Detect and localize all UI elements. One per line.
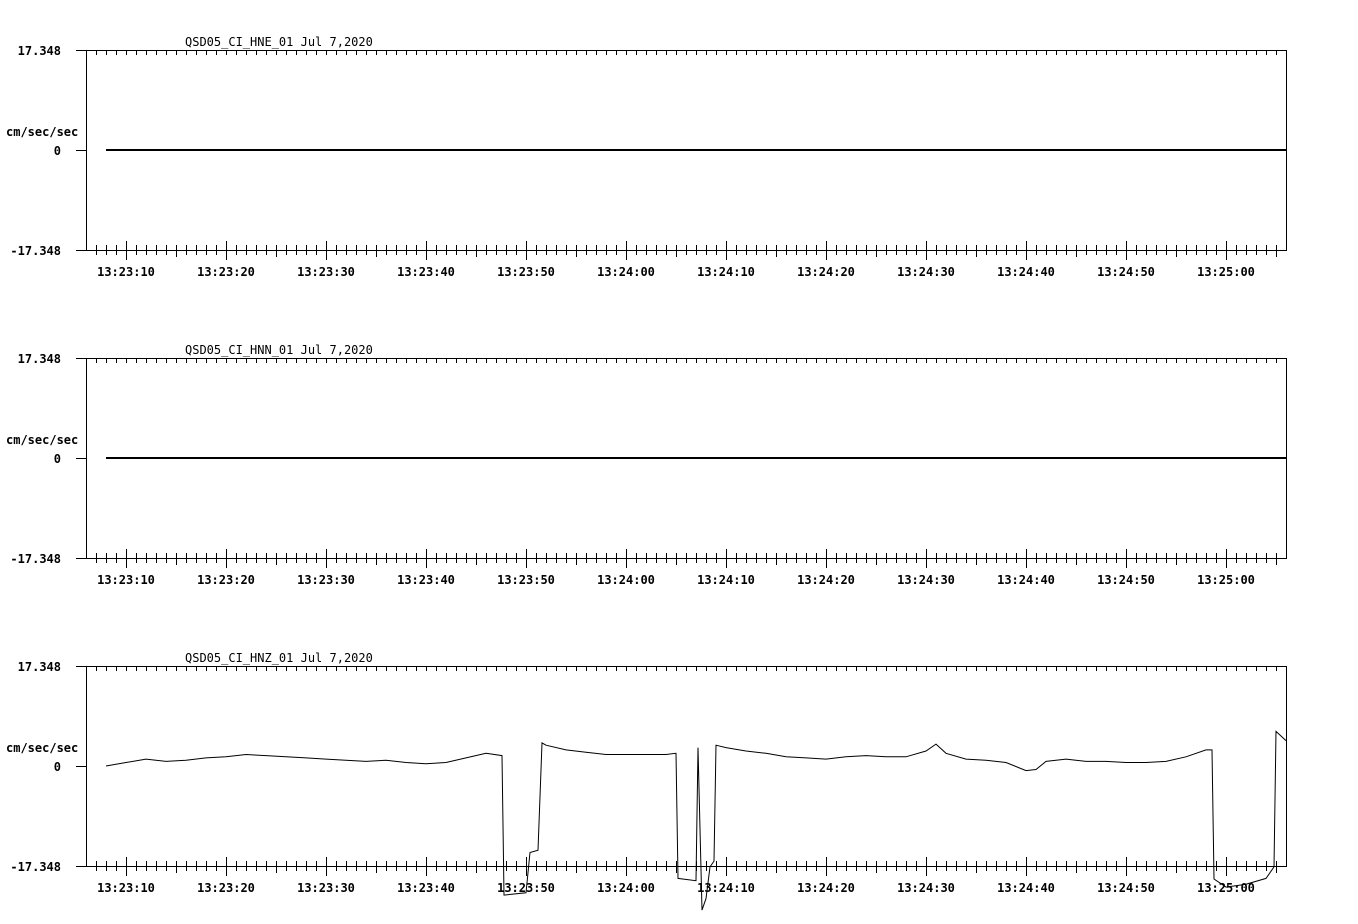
x-tick-label: 13:23:30 <box>297 881 355 895</box>
x-tick-label: 13:23:10 <box>97 573 155 587</box>
x-tick-label: 13:24:40 <box>997 881 1055 895</box>
x-tick-label: 13:24:00 <box>597 881 655 895</box>
x-tick-label: 13:24:40 <box>997 573 1055 587</box>
x-tick-label: 13:24:00 <box>597 265 655 279</box>
x-tick-label: 13:24:30 <box>897 265 955 279</box>
y-axis-label: cm/sec/sec <box>6 125 78 139</box>
x-tick-label: 13:23:50 <box>497 573 555 587</box>
x-tick-label: 13:23:20 <box>197 265 255 279</box>
x-tick-label: 13:24:10 <box>697 573 755 587</box>
x-tick-label: 13:24:10 <box>697 881 755 895</box>
x-tick-label: 13:24:20 <box>797 573 855 587</box>
x-tick-label: 13:24:50 <box>1097 573 1155 587</box>
x-tick-label: 13:24:50 <box>1097 881 1155 895</box>
y-tick-label-zero: 0 <box>54 452 61 466</box>
y-tick-label-bottom: -17.348 <box>10 860 61 874</box>
x-tick-label: 13:25:00 <box>1197 573 1255 587</box>
y-tick-label-top: 17.348 <box>18 660 61 674</box>
plot-title: QSD05_CI_HNZ_01 Jul 7,2020 <box>185 651 373 665</box>
x-tick-label: 13:24:30 <box>897 881 955 895</box>
x-tick-label: 13:23:40 <box>397 573 455 587</box>
x-tick-label: 13:23:30 <box>297 265 355 279</box>
x-tick-label: 13:24:50 <box>1097 265 1155 279</box>
x-tick-label: 13:24:10 <box>697 265 755 279</box>
y-axis-label: cm/sec/sec <box>6 433 78 447</box>
y-tick-label-bottom: -17.348 <box>10 552 61 566</box>
y-tick-label-zero: 0 <box>54 144 61 158</box>
x-tick-label: 13:23:40 <box>397 265 455 279</box>
y-axis-label: cm/sec/sec <box>6 741 78 755</box>
y-tick-label-top: 17.348 <box>18 44 61 58</box>
x-tick-label: 13:23:10 <box>97 881 155 895</box>
figure-background <box>0 0 1358 924</box>
x-tick-label: 13:23:30 <box>297 573 355 587</box>
plot-title: QSD05_CI_HNN_01 Jul 7,2020 <box>185 343 373 357</box>
x-tick-label: 13:23:20 <box>197 881 255 895</box>
y-tick-label-zero: 0 <box>54 760 61 774</box>
seismogram-plots: QSD05_CI_HNE_01 Jul 7,2020 cm/sec/sec 17… <box>0 0 1358 924</box>
x-tick-label: 13:23:10 <box>97 265 155 279</box>
x-tick-label: 13:24:20 <box>797 881 855 895</box>
seismogram-figure: QSD05_CI_HNE_01 Jul 7,2020 cm/sec/sec 17… <box>0 0 1358 924</box>
y-tick-label-bottom: -17.348 <box>10 244 61 258</box>
x-tick-label: 13:24:00 <box>597 573 655 587</box>
x-tick-label: 13:25:00 <box>1197 265 1255 279</box>
plot-title: QSD05_CI_HNE_01 Jul 7,2020 <box>185 35 373 49</box>
x-tick-label: 13:24:40 <box>997 265 1055 279</box>
y-tick-label-top: 17.348 <box>18 352 61 366</box>
x-tick-label: 13:24:20 <box>797 265 855 279</box>
x-tick-label: 13:23:20 <box>197 573 255 587</box>
x-tick-label: 13:24:30 <box>897 573 955 587</box>
x-tick-label: 13:23:40 <box>397 881 455 895</box>
x-tick-label: 13:23:50 <box>497 265 555 279</box>
x-tick-label: 13:25:00 <box>1197 881 1255 895</box>
